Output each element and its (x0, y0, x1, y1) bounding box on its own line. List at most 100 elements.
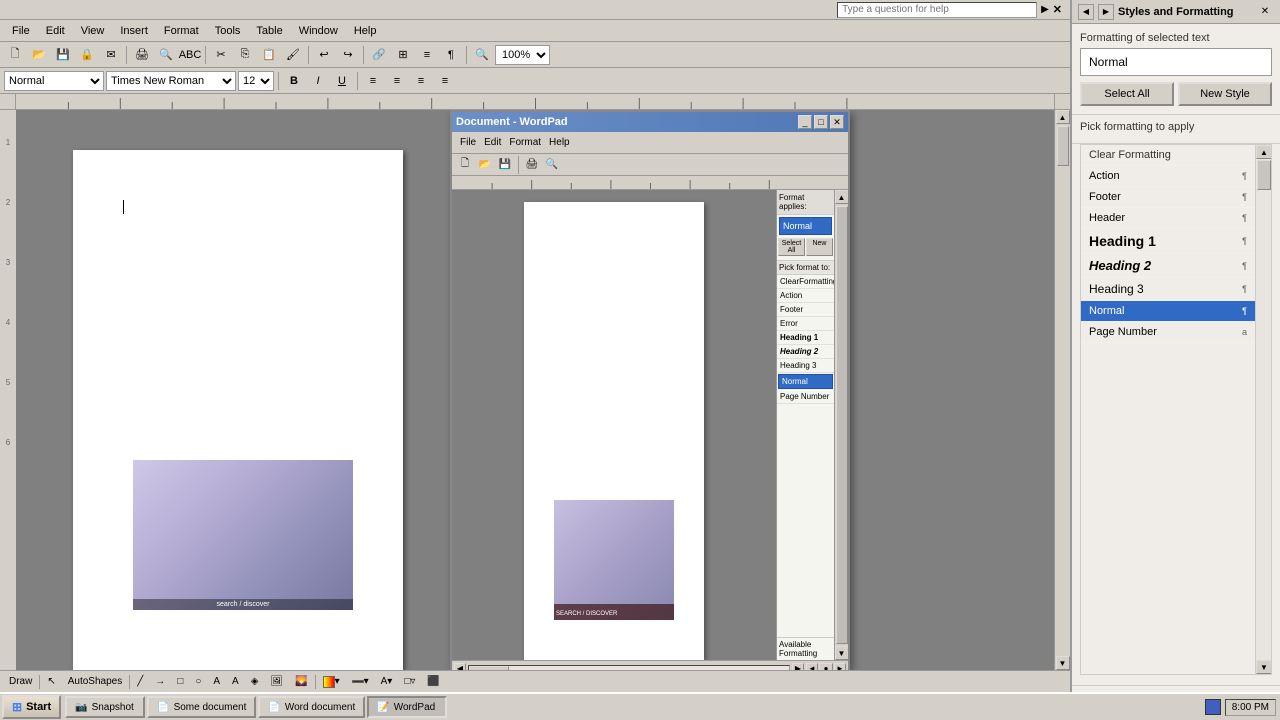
main-scroll-up[interactable]: ▲ (1056, 110, 1070, 124)
menu-insert[interactable]: Insert (112, 23, 156, 39)
rect-btn[interactable]: □ (172, 673, 188, 691)
center-save-btn[interactable]: 💾 (496, 156, 514, 174)
center-help-label[interactable]: Help (545, 137, 574, 148)
align-center-btn[interactable]: ≡ (386, 71, 408, 91)
hscroll-left[interactable]: ◀ (454, 663, 466, 671)
center-scroll-thumb[interactable] (836, 206, 848, 644)
cs-heading1[interactable]: Heading 1 (777, 331, 834, 345)
undo-btn[interactable]: ↩ (313, 44, 335, 66)
show-hide-btn[interactable]: ¶ (440, 44, 462, 66)
paste-btn[interactable]: 📋 (258, 44, 280, 66)
oval-btn[interactable]: ○ (190, 673, 206, 691)
taskbar-item-0[interactable]: 📷 Snapshot (65, 696, 145, 718)
underline-btn[interactable]: U (331, 71, 353, 91)
permission-btn[interactable]: 🔒 (76, 44, 98, 66)
style-item-heading3[interactable]: Heading 3 ¶ (1081, 278, 1255, 301)
help-close-icon[interactable]: ✕ (1053, 3, 1062, 16)
next-page-btn[interactable]: ► (834, 663, 846, 671)
draw-menu-btn[interactable]: Draw (4, 673, 37, 691)
new-small-btn[interactable]: New (806, 238, 833, 256)
cs-error[interactable]: Error (777, 317, 834, 331)
taskbar-item-1[interactable]: 📄 Some document (147, 696, 256, 718)
table-btn[interactable]: ⊞ (392, 44, 414, 66)
zoom-select[interactable]: 100%75%150% (495, 45, 550, 65)
style-item-heading2[interactable]: Heading 2 ¶ (1081, 254, 1255, 278)
hyperlink-btn[interactable]: 🔗 (368, 44, 390, 66)
hscroll-right[interactable]: ▶ (792, 663, 804, 671)
image-btn[interactable]: 🌄 (290, 673, 312, 691)
panel-icon-forward[interactable]: ▶ (1098, 4, 1114, 20)
fill-color-btn[interactable]: ▾ (318, 673, 345, 691)
panel-icon-back[interactable]: ◀ (1078, 4, 1094, 20)
print-btn[interactable]: 🖨 (131, 44, 153, 66)
center-find-btn[interactable]: 🔍 (543, 156, 561, 174)
center-vscrollbar[interactable]: ▲ ▼ (834, 190, 848, 660)
autoshapes-btn[interactable]: AutoShapes (63, 673, 128, 691)
style-list-scrollbar[interactable]: ▲ ▼ (1255, 145, 1271, 674)
format-painter-btn[interactable]: 🖌 (282, 44, 304, 66)
style-scroll-thumb[interactable] (1257, 160, 1271, 190)
main-scroll-thumb[interactable] (1057, 126, 1069, 166)
shadow-btn[interactable]: □▿ (399, 673, 420, 691)
menu-file[interactable]: File (4, 23, 38, 39)
style-item-header[interactable]: Header ¶ (1081, 208, 1255, 229)
wordart-btn[interactable]: A (227, 673, 244, 691)
font-color-btn[interactable]: A▾ (376, 673, 398, 691)
taskbar-item-3[interactable]: 📝 WordPad (367, 696, 447, 718)
cs-clear[interactable]: ClearFormatting (777, 275, 834, 289)
save-btn[interactable]: 💾 (52, 44, 74, 66)
3d-btn[interactable]: ⬛ (422, 673, 444, 691)
menu-table[interactable]: Table (248, 23, 290, 39)
tray-icon-1[interactable] (1205, 699, 1221, 715)
menu-format[interactable]: Format (156, 23, 207, 39)
main-scroll-down[interactable]: ▼ (1056, 656, 1070, 670)
cs-action[interactable]: Action (777, 289, 834, 303)
open-btn[interactable]: 📂 (28, 44, 50, 66)
menu-view[interactable]: View (73, 23, 113, 39)
taskbar-item-2[interactable]: 📄 Word document (258, 696, 365, 718)
style-select[interactable]: Normal (4, 71, 104, 91)
style-normal-selected[interactable]: Normal (779, 217, 832, 235)
style-item-clear[interactable]: Clear Formatting (1081, 145, 1255, 166)
minimize-btn[interactable]: _ (798, 115, 812, 129)
justify-btn[interactable]: ≡ (434, 71, 456, 91)
size-select[interactable]: 12 (238, 71, 274, 91)
line-color-btn[interactable]: ▾ (347, 673, 374, 691)
columns-btn[interactable]: ≡ (416, 44, 438, 66)
left-page[interactable]: search / discover (73, 150, 403, 670)
style-item-normal[interactable]: Normal ¶ (1081, 301, 1255, 322)
redo-btn[interactable]: ↪ (337, 44, 359, 66)
center-format-label[interactable]: Format (505, 137, 545, 148)
hscroll-track[interactable] (468, 665, 790, 671)
menu-tools[interactable]: Tools (207, 23, 249, 39)
arrow-btn[interactable]: → (150, 673, 170, 691)
new-style-btn[interactable]: New Style (1178, 82, 1272, 106)
menu-window[interactable]: Window (291, 23, 346, 39)
select-all-btn[interactable]: Select All (1080, 82, 1174, 106)
cs-pagenumber[interactable]: Page Number (777, 390, 834, 404)
main-vscrollbar[interactable]: ▲ ▼ (1054, 110, 1070, 670)
menu-edit[interactable]: Edit (38, 23, 73, 39)
panel-close-btn[interactable]: ✕ (1256, 3, 1274, 21)
center-print-btn[interactable]: 🖨 (523, 156, 541, 174)
start-button[interactable]: ⊞ Start (2, 695, 61, 719)
cut-btn[interactable]: ✂ (210, 44, 232, 66)
font-select[interactable]: Times New Roman (106, 71, 236, 91)
bold-btn[interactable]: B (283, 71, 305, 91)
style-item-pagenumber[interactable]: Page Number a (1081, 322, 1255, 343)
diagram-btn[interactable]: ◈ (246, 673, 264, 691)
align-left-btn[interactable]: ≡ (362, 71, 384, 91)
close-btn[interactable]: ✕ (830, 115, 844, 129)
style-item-action[interactable]: Action ¶ (1081, 166, 1255, 187)
prev-page-btn[interactable]: ◄ (806, 663, 818, 671)
menu-help[interactable]: Help (346, 23, 385, 39)
center-scroll-down[interactable]: ▼ (835, 646, 849, 660)
line-btn[interactable]: ╱ (132, 673, 148, 691)
maximize-btn[interactable]: □ (814, 115, 828, 129)
cs-heading3[interactable]: Heading 3 (777, 359, 834, 373)
copy-btn[interactable]: ⎘ (234, 44, 256, 66)
style-item-heading1[interactable]: Heading 1 ¶ (1081, 229, 1255, 254)
align-right-btn[interactable]: ≡ (410, 71, 432, 91)
center-edit-label[interactable]: Edit (480, 137, 505, 148)
help-input[interactable] (837, 2, 1037, 18)
